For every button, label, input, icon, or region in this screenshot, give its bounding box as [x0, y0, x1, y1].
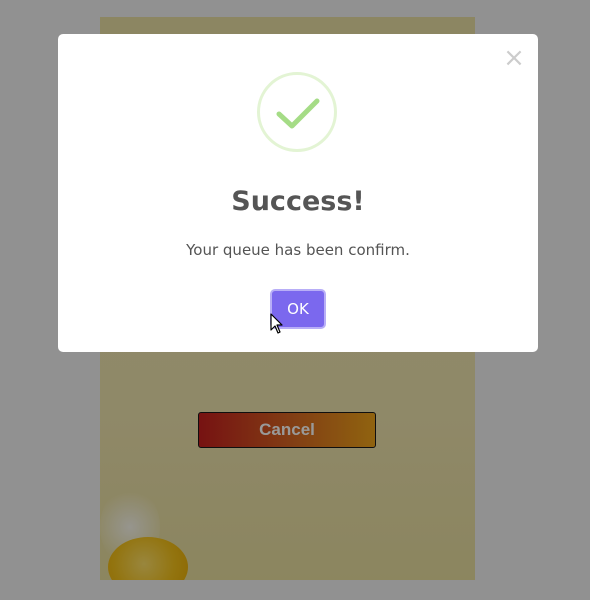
dialog-title: Success!: [231, 186, 365, 217]
success-dialog: × Success! Your queue has been confirm. …: [58, 34, 538, 352]
app-viewport: Cancel × Success! Your queue has been co…: [0, 0, 590, 600]
dialog-message: Your queue has been confirm.: [186, 241, 410, 259]
checkmark-icon: [257, 72, 337, 152]
mouse-pointer-icon: [270, 313, 283, 334]
close-icon[interactable]: ×: [502, 44, 526, 72]
